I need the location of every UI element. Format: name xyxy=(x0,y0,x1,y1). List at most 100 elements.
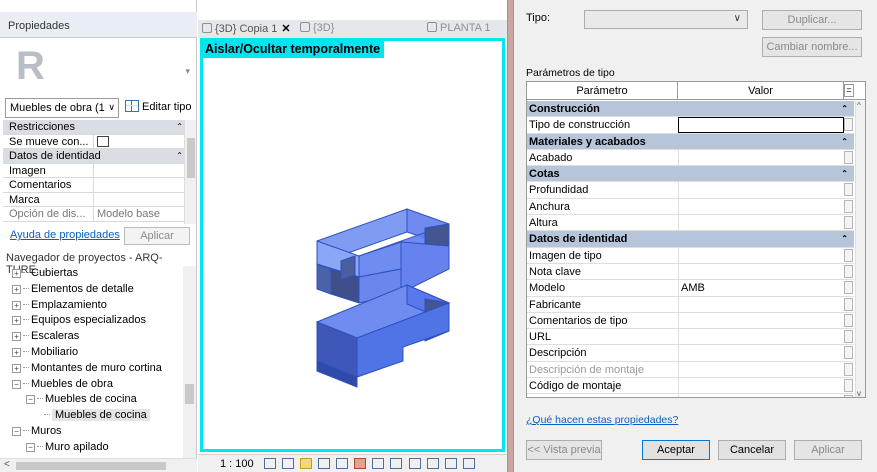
scroll-thumb[interactable] xyxy=(16,462,166,470)
tab-3d-copia-1[interactable]: {3D} Copia 1 ✕ xyxy=(202,22,291,37)
collapse-icon[interactable]: ⌃ xyxy=(841,101,848,117)
tipo-dropdown[interactable]: ∨ xyxy=(584,10,748,29)
property-row[interactable]: Opción de dis... Modelo base xyxy=(3,207,195,222)
parameter-value[interactable] xyxy=(678,263,844,280)
tree-node[interactable]: − Muros xyxy=(4,424,182,440)
unlock-3d-icon[interactable] xyxy=(390,457,403,469)
tree-node[interactable]: + Cubiertas xyxy=(4,266,182,282)
formula-button[interactable] xyxy=(844,330,853,344)
apply-button[interactable]: Aplicar xyxy=(794,440,862,460)
parameter-row[interactable]: URL xyxy=(527,329,854,346)
parameter-value[interactable] xyxy=(678,361,844,378)
what-do-these-do-link[interactable]: ¿Qué hacen estas propiedades? xyxy=(526,414,678,426)
lower-cabinet[interactable] xyxy=(315,284,451,388)
parameter-section[interactable]: Construcción ⌃ xyxy=(527,101,854,118)
detail-level-icon[interactable] xyxy=(264,457,276,469)
tree-node[interactable]: + Montantes de muro cortina xyxy=(4,361,182,377)
rename-button[interactable]: Cambiar nombre... xyxy=(762,37,862,57)
property-value[interactable] xyxy=(93,163,173,178)
preview-button[interactable]: << Vista previa xyxy=(526,440,602,460)
tab-planta-1[interactable]: PLANTA 1 xyxy=(427,22,491,37)
properties-help-link[interactable]: Ayuda de propiedades xyxy=(10,229,120,241)
formula-button[interactable] xyxy=(844,346,853,360)
property-row[interactable]: Marca xyxy=(3,192,195,207)
upper-cabinet[interactable] xyxy=(316,208,450,304)
tree-node[interactable]: + Equipos especializados xyxy=(4,313,182,329)
scroll-thumb[interactable] xyxy=(185,384,194,404)
highlight-icon[interactable] xyxy=(462,457,475,469)
parameter-row[interactable]: Código de montaje xyxy=(527,378,854,395)
parameter-row[interactable]: Acabado xyxy=(527,149,854,167)
browser-scrollbar[interactable] xyxy=(183,266,196,458)
property-value[interactable] xyxy=(93,178,173,192)
scroll-down-icon[interactable]: v xyxy=(857,389,861,397)
close-icon[interactable]: ✕ xyxy=(281,23,290,35)
parameter-row[interactable]: Anchura xyxy=(527,198,854,216)
expand-icon[interactable]: + xyxy=(12,347,21,357)
formula-button[interactable] xyxy=(844,199,853,213)
shadows-icon[interactable] xyxy=(318,457,331,469)
show-crop-icon[interactable] xyxy=(372,457,385,469)
expand-icon[interactable]: + xyxy=(12,284,21,294)
formula-button[interactable] xyxy=(844,281,853,295)
property-value[interactable] xyxy=(93,134,173,149)
formula-button[interactable] xyxy=(844,248,853,262)
parameter-row[interactable]: Imagen de tipo xyxy=(527,247,854,264)
parameter-value[interactable] xyxy=(678,247,844,264)
collapse-icon[interactable]: ⌃ xyxy=(841,166,848,182)
formula-button[interactable] xyxy=(844,150,853,164)
parameter-row[interactable]: Fabricante xyxy=(527,296,854,313)
property-row[interactable]: Imagen xyxy=(3,163,195,178)
parameter-value[interactable] xyxy=(678,296,844,313)
property-value[interactable] xyxy=(93,192,173,207)
property-row[interactable]: Comentarios xyxy=(3,178,195,193)
property-row[interactable]: Se mueve con... xyxy=(3,134,195,149)
scroll-up-icon[interactable]: ^ xyxy=(857,101,861,110)
expand-icon[interactable]: + xyxy=(12,300,21,310)
checkbox[interactable] xyxy=(97,135,109,147)
cancel-button[interactable]: Cancelar xyxy=(718,440,786,460)
scroll-thumb[interactable] xyxy=(187,138,195,178)
parameter-value[interactable] xyxy=(678,378,844,395)
edit-type-button[interactable]: Editar tipo xyxy=(125,100,192,113)
parameter-value[interactable] xyxy=(678,117,844,134)
tree-node[interactable]: − Muebles de cocina xyxy=(4,392,182,408)
collapse-icon[interactable]: − xyxy=(12,379,21,389)
duplicate-button[interactable]: Duplicar... xyxy=(762,10,862,30)
tree-node[interactable]: + Elementos de detalle xyxy=(4,282,182,298)
formula-button[interactable] xyxy=(844,183,853,197)
expand-icon[interactable]: + xyxy=(12,316,21,326)
analytical-model-icon[interactable] xyxy=(444,457,457,469)
tree-node[interactable]: Muebles de cocina xyxy=(4,408,182,424)
formula-button[interactable] xyxy=(844,395,853,397)
table-scrollbar[interactable]: ^ v xyxy=(855,101,865,397)
column-header-parameter[interactable]: Parámetro xyxy=(527,82,678,100)
expand-icon[interactable]: + xyxy=(12,363,21,373)
column-header-value[interactable]: Valor xyxy=(678,82,844,100)
formula-button[interactable] xyxy=(844,362,853,376)
render-icon[interactable] xyxy=(336,457,349,469)
parameter-section[interactable]: Cotas ⌃ xyxy=(527,166,854,183)
collapse-icon[interactable]: ⌃ xyxy=(176,149,183,163)
view-scale[interactable]: 1 : 100 xyxy=(220,458,254,470)
collapse-icon[interactable]: − xyxy=(26,442,35,452)
formula-button[interactable] xyxy=(844,216,853,230)
parameter-row[interactable]: Descripción xyxy=(527,345,854,362)
crop-view-icon[interactable] xyxy=(354,457,367,469)
temporary-isolate-icon[interactable] xyxy=(408,457,421,469)
3d-viewport[interactable]: Aislar/Ocultar temporalmente xyxy=(200,38,505,452)
tree-node[interactable]: − Muro apilado xyxy=(4,440,182,456)
sun-path-icon[interactable] xyxy=(300,457,313,469)
parameter-row[interactable]: Marca de tipo xyxy=(527,394,854,397)
parameter-value[interactable] xyxy=(678,345,844,362)
collapse-icon[interactable]: ⌃ xyxy=(841,134,848,150)
parameter-value[interactable] xyxy=(678,215,844,232)
parameter-value[interactable] xyxy=(678,182,844,199)
tree-node[interactable]: + Mobiliario xyxy=(4,345,182,361)
tree-node[interactable]: + Emplazamiento xyxy=(4,298,182,314)
tree-node[interactable]: + Escaleras xyxy=(4,329,182,345)
formula-button[interactable] xyxy=(844,297,853,311)
parameter-row[interactable]: Comentarios de tipo xyxy=(527,312,854,330)
parameter-row[interactable]: Tipo de construcción xyxy=(527,117,854,134)
apply-button[interactable]: Aplicar xyxy=(124,227,190,245)
